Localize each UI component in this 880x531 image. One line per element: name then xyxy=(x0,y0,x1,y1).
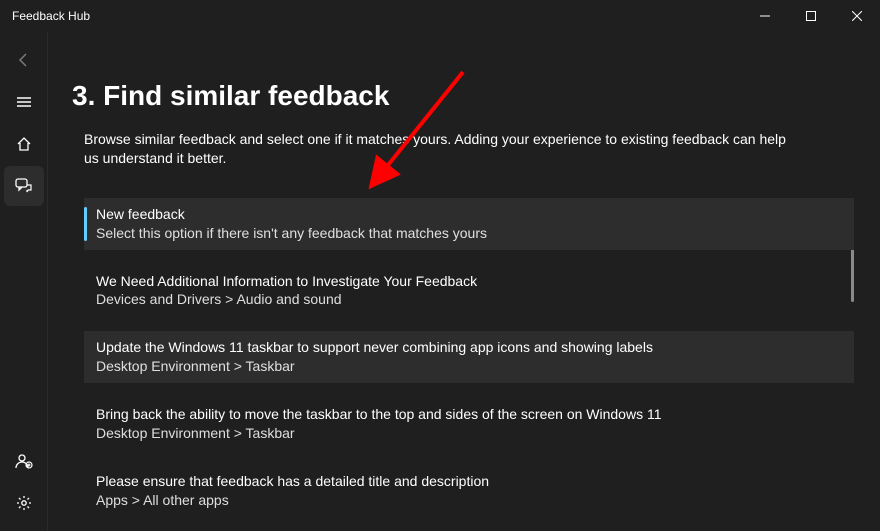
list-item-title: Update the Windows 11 taskbar to support… xyxy=(96,338,842,357)
list-item-subtitle: Select this option if there isn't any fe… xyxy=(96,224,842,243)
sidebar xyxy=(0,32,48,531)
menu-button[interactable] xyxy=(4,82,44,122)
list-item[interactable]: Bring back the ability to move the taskb… xyxy=(84,398,854,450)
list-item[interactable]: Please ensure that feedback has a detail… xyxy=(84,465,854,517)
feedback-list: New feedback Select this option if there… xyxy=(84,198,854,531)
list-gap xyxy=(84,450,854,465)
list-gap xyxy=(84,517,854,531)
maximize-button[interactable] xyxy=(788,0,834,32)
back-button[interactable] xyxy=(4,40,44,80)
page-title: 3. Find similar feedback xyxy=(72,80,868,112)
title-bar: Feedback Hub xyxy=(0,0,880,32)
settings-button[interactable] xyxy=(4,483,44,523)
feedback-button[interactable] xyxy=(4,166,44,206)
list-gap xyxy=(84,383,854,398)
window-title: Feedback Hub xyxy=(0,9,90,23)
list-gap xyxy=(84,250,854,265)
account-button[interactable] xyxy=(4,441,44,481)
minimize-button[interactable] xyxy=(742,0,788,32)
list-item-title: Bring back the ability to move the taskb… xyxy=(96,405,842,424)
list-item-title: We Need Additional Information to Invest… xyxy=(96,272,842,291)
list-item-subtitle: Desktop Environment > Taskbar xyxy=(96,357,842,376)
list-item-title: New feedback xyxy=(96,205,842,224)
list-item-subtitle: Apps > All other apps xyxy=(96,491,842,510)
list-item[interactable]: Update the Windows 11 taskbar to support… xyxy=(84,331,854,383)
list-item[interactable]: We Need Additional Information to Invest… xyxy=(84,265,854,317)
list-item-new-feedback[interactable]: New feedback Select this option if there… xyxy=(84,198,854,250)
page-description: Browse similar feedback and select one i… xyxy=(72,130,792,168)
home-button[interactable] xyxy=(4,124,44,164)
content-area: 3. Find similar feedback Browse similar … xyxy=(48,32,880,531)
list-item-subtitle: Desktop Environment > Taskbar xyxy=(96,424,842,443)
list-gap xyxy=(84,316,854,331)
list-item-subtitle: Devices and Drivers > Audio and sound xyxy=(96,290,842,309)
list-item-title: Please ensure that feedback has a detail… xyxy=(96,472,842,491)
close-button[interactable] xyxy=(834,0,880,32)
